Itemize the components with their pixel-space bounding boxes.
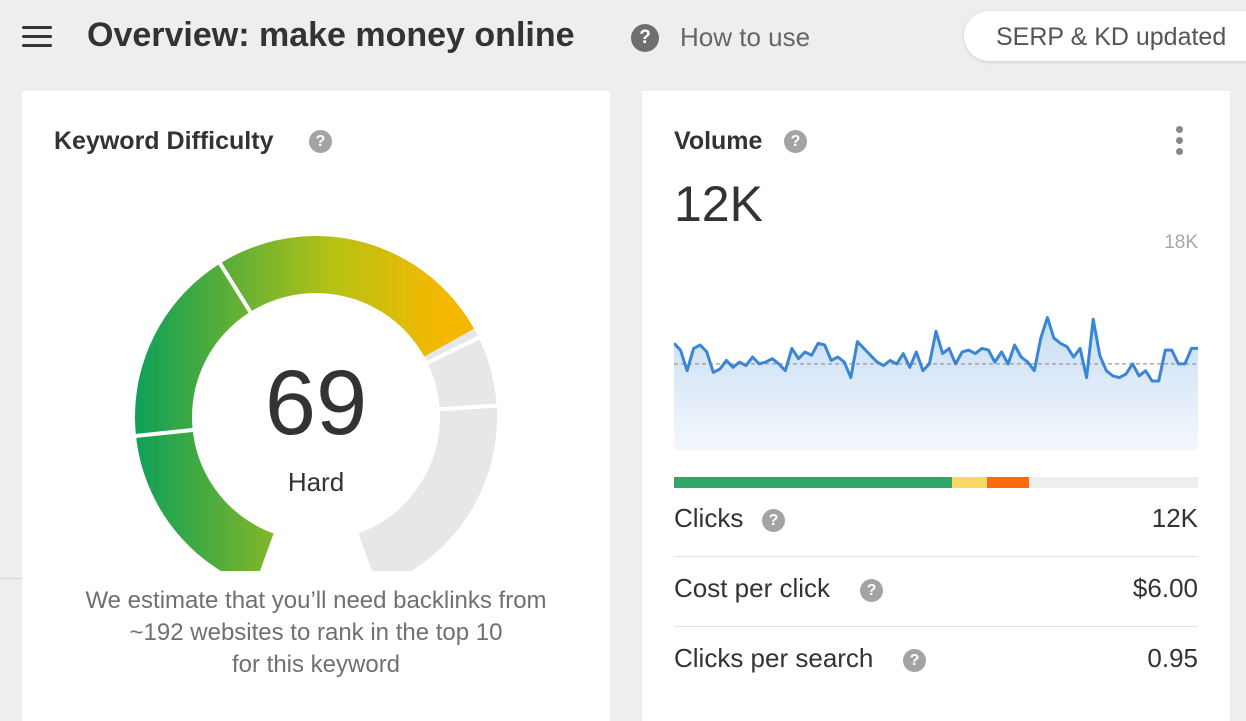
question-circle-icon[interactable]: ?	[903, 649, 926, 672]
vertical-dots-icon[interactable]	[1175, 126, 1185, 156]
metric-value: $6.00	[1132, 573, 1198, 603]
metric-row-clicks: Clicks ? 12K	[674, 487, 1198, 557]
metric-value: 12K	[1151, 503, 1198, 533]
volume-value: 12K	[674, 176, 763, 232]
metric-label: Clicks per search	[674, 643, 874, 673]
question-circle-icon[interactable]: ?	[860, 579, 883, 602]
question-circle-icon[interactable]: ?	[762, 509, 785, 532]
page-header: Overview: make money online ? How to use…	[0, 0, 1246, 75]
question-circle-icon[interactable]: ?	[784, 130, 807, 153]
metric-label: Clicks	[674, 503, 744, 533]
hamburger-icon[interactable]	[22, 26, 52, 50]
volume-title: Volume	[674, 127, 763, 155]
kd-level: Hard	[287, 467, 345, 497]
kd-description-line: ~192 websites to rank in the top 10	[129, 619, 503, 646]
kd-description: We estimate that you’ll need backlinks f…	[46, 585, 586, 681]
metric-label: Cost per click	[674, 573, 831, 603]
kd-score: 69	[264, 352, 368, 454]
metric-value: 0.95	[1147, 643, 1198, 673]
serp-status-label: SERP & KD updated	[996, 23, 1227, 51]
serp-kd-updated-badge[interactable]: SERP & KD updated	[964, 11, 1246, 61]
volume-max-label: 18K	[1164, 232, 1198, 253]
divider	[0, 578, 22, 579]
question-circle-icon[interactable]: ?	[631, 24, 659, 52]
volume-card: Volume ? 12K 18K Clicks ? 12K Cost per c…	[642, 91, 1230, 721]
metric-row-clicks-per-search: Clicks per search ? 0.95	[674, 627, 1198, 697]
how-to-use-link[interactable]: How to use	[680, 22, 810, 53]
kd-description-line: We estimate that you’ll need backlinks f…	[85, 587, 547, 614]
difficulty-gauge	[133, 236, 499, 571]
keyword-difficulty-card: Keyword Difficulty ? 69 Hard We estimate…	[22, 91, 610, 721]
page-title: Overview: make money online	[87, 16, 575, 54]
metric-row-cost-per-click: Cost per click ? $6.00	[674, 557, 1198, 627]
volume-trend-chart	[674, 316, 1198, 451]
kd-description-line: for this keyword	[231, 651, 401, 678]
